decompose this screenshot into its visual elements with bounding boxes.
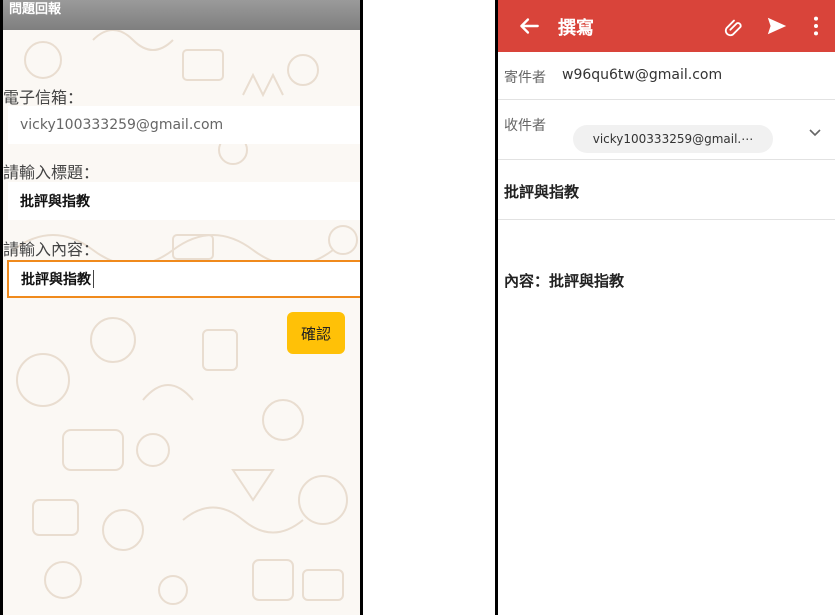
more-vert-icon[interactable] [811,15,821,37]
text-cursor [93,270,94,288]
recipient-chip[interactable]: vicky100333259@gmail.⋯ [573,125,773,153]
content-value: 批評與指教 [21,272,91,288]
email-compose-screen: 撰寫 寄件者 w96qu6tw@gmail.com 收件者 vicky10033… [495,0,835,615]
subject-field[interactable]: 批評與指教 [504,181,579,202]
send-icon[interactable] [766,15,788,37]
compose-toolbar: 撰寫 [498,0,835,52]
confirm-button[interactable]: 確認 [287,312,345,354]
email-label: 電子信箱： [3,88,84,107]
paperclip-icon[interactable] [723,16,745,38]
content-label: 請輸入內容： [3,240,100,259]
subject-row[interactable]: 批評與指教 [498,160,835,220]
compose-body[interactable]: 內容：批評與指教 [504,270,624,291]
content-input[interactable]: 批評與指教 [7,260,360,298]
app-title: 問題回報 [9,2,62,17]
recipient-address: vicky100333259@gmail.⋯ [592,132,754,146]
from-address[interactable]: w96qu6tw@gmail.com [562,67,722,83]
email-field[interactable]: vicky100333259@gmail.com [8,106,360,144]
title-input[interactable]: 批評與指教 [8,182,360,220]
to-label: 收件者 [504,118,546,134]
app-title-bar: 問題回報 [3,0,360,30]
title-label: 請輸入標題： [3,163,100,182]
arrow-left-icon[interactable] [516,13,542,39]
email-value: vicky100333259@gmail.com [20,117,224,133]
to-row: 收件者 vicky100333259@gmail.⋯ [498,100,835,160]
compose-title: 撰寫 [558,18,594,39]
feedback-app-screen: 問題回報 電子信箱： vicky100333259@gmail.com 請輸入標… [0,0,363,615]
chevron-down-icon[interactable] [808,128,822,138]
confirm-button-label: 確認 [300,324,331,343]
from-label: 寄件者 [504,70,546,86]
title-value: 批評與指教 [20,194,90,210]
from-row: 寄件者 w96qu6tw@gmail.com [498,52,835,100]
